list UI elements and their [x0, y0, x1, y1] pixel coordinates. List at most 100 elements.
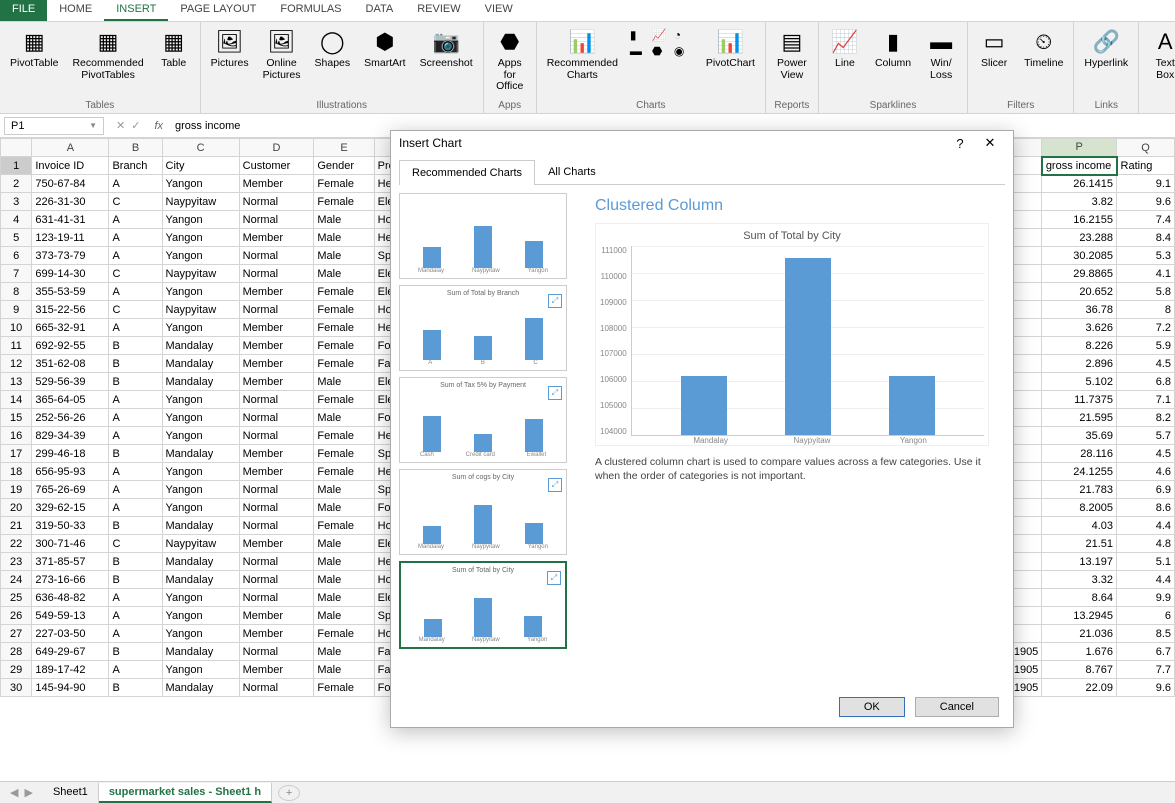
cell[interactable]: Normal [239, 211, 314, 229]
cell[interactable]: Female [314, 301, 374, 319]
cell[interactable]: 22.09 [1042, 679, 1117, 697]
cell[interactable]: 6.7 [1117, 643, 1175, 661]
cell[interactable]: A [109, 409, 162, 427]
cell[interactable]: 549-59-13 [32, 607, 109, 625]
cell[interactable]: C [109, 301, 162, 319]
cell[interactable]: Mandalay [162, 445, 239, 463]
cell[interactable]: Yangon [162, 229, 239, 247]
cell[interactable]: Normal [239, 553, 314, 571]
cell[interactable]: Yangon [162, 283, 239, 301]
row-header[interactable]: 27 [1, 625, 32, 643]
cell[interactable]: Mandalay [162, 517, 239, 535]
cell[interactable]: 699-14-30 [32, 265, 109, 283]
cell[interactable]: 5.3 [1117, 247, 1175, 265]
ribbon-apps-for-office[interactable]: ⬣Apps for Office [488, 24, 532, 95]
cell[interactable]: Naypyitaw [162, 301, 239, 319]
dropdown-icon[interactable]: ▼ [89, 121, 97, 130]
cell[interactable]: Male [314, 481, 374, 499]
cell[interactable]: 373-73-79 [32, 247, 109, 265]
select-all-corner[interactable] [1, 139, 32, 157]
ribbon-recommended-charts[interactable]: 📊Recommended Charts [541, 24, 624, 83]
ribbon-tab-formulas[interactable]: FORMULAS [268, 0, 353, 21]
cell[interactable]: 3.32 [1042, 571, 1117, 589]
cell[interactable]: Rating [1117, 157, 1175, 175]
cell[interactable]: Female [314, 175, 374, 193]
cell[interactable]: 351-62-08 [32, 355, 109, 373]
cell[interactable]: C [109, 535, 162, 553]
cell[interactable]: A [109, 175, 162, 193]
cell[interactable]: 8.4 [1117, 229, 1175, 247]
cell[interactable]: Female [314, 193, 374, 211]
col-header[interactable]: B [109, 139, 162, 157]
cell[interactable]: 7.7 [1117, 661, 1175, 679]
row-header[interactable]: 16 [1, 427, 32, 445]
cell[interactable]: A [109, 589, 162, 607]
cell[interactable]: gross income [1042, 157, 1117, 175]
cell[interactable]: Yangon [162, 211, 239, 229]
cell[interactable]: 123-19-11 [32, 229, 109, 247]
cell[interactable]: Member [239, 463, 314, 481]
cell[interactable]: Yangon [162, 247, 239, 265]
row-header[interactable]: 26 [1, 607, 32, 625]
row-header[interactable]: 10 [1, 319, 32, 337]
cell[interactable]: Member [239, 625, 314, 643]
cell[interactable]: Yangon [162, 409, 239, 427]
cell[interactable]: Female [314, 445, 374, 463]
cell[interactable]: 315-22-56 [32, 301, 109, 319]
ribbon-tab-home[interactable]: HOME [47, 0, 104, 21]
cell[interactable]: A [109, 319, 162, 337]
cell[interactable]: 145-94-90 [32, 679, 109, 697]
cell[interactable]: Member [239, 445, 314, 463]
row-header[interactable]: 21 [1, 517, 32, 535]
row-header[interactable]: 2 [1, 175, 32, 193]
cell[interactable]: 6.9 [1117, 481, 1175, 499]
cell[interactable]: Branch [109, 157, 162, 175]
cell[interactable]: 4.5 [1117, 355, 1175, 373]
cell[interactable]: A [109, 211, 162, 229]
cell[interactable]: Male [314, 643, 374, 661]
cell[interactable]: B [109, 643, 162, 661]
cell[interactable]: A [109, 283, 162, 301]
chart-thumbnail[interactable]: ⤢Sum of Total by CityMandalayNaypyitawYa… [399, 561, 567, 649]
cell[interactable]: 649-29-67 [32, 643, 109, 661]
cell[interactable]: 4.5 [1117, 445, 1175, 463]
cell[interactable]: Yangon [162, 427, 239, 445]
cell[interactable]: 21.783 [1042, 481, 1117, 499]
ribbon-online-pictures[interactable]: 🖼Online Pictures [257, 24, 307, 83]
cell[interactable]: Gender [314, 157, 374, 175]
chart-thumbnail[interactable]: ⤢Sum of Total by BranchABC [399, 285, 567, 371]
cell[interactable]: Male [314, 409, 374, 427]
cell[interactable]: 4.6 [1117, 463, 1175, 481]
row-header[interactable]: 18 [1, 463, 32, 481]
cell[interactable]: Normal [239, 679, 314, 697]
cell[interactable]: 355-53-59 [32, 283, 109, 301]
ribbon-tab-page-layout[interactable]: PAGE LAYOUT [168, 0, 268, 21]
cell[interactable]: 8.2 [1117, 409, 1175, 427]
cell[interactable]: Member [239, 319, 314, 337]
cell[interactable]: Normal [239, 499, 314, 517]
cell[interactable]: Male [314, 247, 374, 265]
cell[interactable]: B [109, 337, 162, 355]
cell[interactable]: Normal [239, 247, 314, 265]
ribbon-shapes[interactable]: ◯Shapes [309, 24, 357, 72]
cell[interactable]: Male [314, 499, 374, 517]
cell[interactable]: 8.767 [1042, 661, 1117, 679]
cell[interactable]: 6.8 [1117, 373, 1175, 391]
cell[interactable]: Female [314, 337, 374, 355]
ok-button[interactable]: OK [839, 697, 905, 717]
cell[interactable]: A [109, 661, 162, 679]
cell[interactable]: Male [314, 607, 374, 625]
cell[interactable]: 329-62-15 [32, 499, 109, 517]
row-header[interactable]: 30 [1, 679, 32, 697]
col-header[interactable]: D [239, 139, 314, 157]
row-header[interactable]: 22 [1, 535, 32, 553]
cell[interactable]: 631-41-31 [32, 211, 109, 229]
cell[interactable]: Male [314, 265, 374, 283]
dialog-tab-recommended-charts[interactable]: Recommended Charts [399, 160, 535, 185]
row-header[interactable]: 13 [1, 373, 32, 391]
chart-thumbnails[interactable]: MandalayNaypyitawYangon⤢Sum of Total by … [399, 193, 571, 679]
cell[interactable]: Member [239, 229, 314, 247]
row-header[interactable]: 25 [1, 589, 32, 607]
ribbon-screenshot[interactable]: 📷Screenshot [414, 24, 479, 72]
chart-type-icon[interactable]: ⬣ [652, 44, 672, 58]
